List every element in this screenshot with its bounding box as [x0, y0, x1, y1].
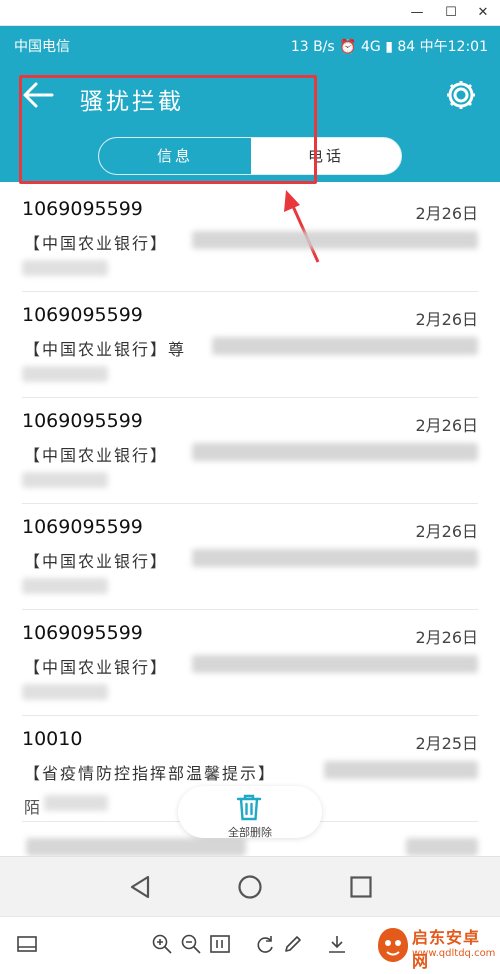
- nav-recents-icon[interactable]: [347, 873, 375, 901]
- fit-window-icon[interactable]: [16, 933, 38, 955]
- edit-pencil-icon[interactable]: [282, 933, 304, 955]
- redacted-text: [22, 260, 108, 276]
- message-date: 2月26日: [415, 522, 478, 541]
- watermark-url: www.qdltdq.com: [412, 948, 496, 959]
- delete-all-label: 全部删除: [228, 826, 272, 839]
- redacted-text: [22, 684, 108, 700]
- message-date: 2月26日: [415, 204, 478, 223]
- delete-all-button[interactable]: 全部删除: [178, 786, 322, 839]
- message-preview: 【中国农业银行】: [24, 446, 169, 465]
- message-date: 2月25日: [415, 734, 478, 753]
- message-preview: 【中国农业银行】: [24, 658, 169, 677]
- message-sender: 1069095599: [22, 198, 143, 220]
- redacted-text: [324, 761, 478, 779]
- site-watermark: 启东安卓网 www.qdltdq.com: [376, 922, 496, 971]
- message-preview: 【中国农业银行】: [24, 234, 169, 253]
- annotation-highlight-box: [19, 75, 317, 184]
- redacted-text: [192, 443, 478, 461]
- message-list: 1069095599 2月26日 【中国农业银行】 1069095599 2月2…: [0, 186, 500, 862]
- window-titlebar: — ☐ ✕: [0, 0, 500, 26]
- list-item[interactable]: 1069095599 2月26日 【中国农业银行】尊: [22, 292, 478, 398]
- minimize-button[interactable]: —: [402, 2, 432, 24]
- message-sender: 1069095599: [22, 622, 143, 644]
- settings-gear-icon[interactable]: [444, 78, 478, 112]
- redacted-text: [212, 337, 478, 355]
- redacted-text: [26, 838, 246, 856]
- list-item[interactable]: 1069095599 2月26日 【中国农业银行】: [22, 398, 478, 504]
- trash-icon: [236, 794, 262, 821]
- system-nav-bar: [0, 856, 500, 916]
- status-bar: 中国电信 13 B/s ⏰ 4G ▮ 84 中午12:01: [0, 26, 500, 64]
- list-item[interactable]: 1069095599 2月26日 【中国农业银行】: [22, 186, 478, 292]
- message-preview: 【省疫情防控指挥部温馨提示】: [24, 764, 277, 783]
- nav-home-icon[interactable]: [236, 873, 264, 901]
- message-sender: 10010: [22, 728, 83, 750]
- message-preview-line2: 陌: [24, 798, 41, 817]
- download-icon[interactable]: [326, 933, 348, 955]
- redacted-text: [192, 655, 478, 673]
- rotate-icon[interactable]: [254, 933, 276, 955]
- message-preview: 【中国农业银行】: [24, 552, 169, 571]
- message-preview: 【中国农业银行】尊: [24, 340, 187, 359]
- message-date: 2月26日: [415, 628, 478, 647]
- carrier-label: 中国电信: [14, 39, 70, 55]
- list-item[interactable]: 1069095599 2月26日 【中国农业银行】: [22, 610, 478, 716]
- message-sender: 1069095599: [22, 410, 143, 432]
- redacted-text: [44, 795, 108, 811]
- close-button[interactable]: ✕: [468, 2, 498, 24]
- status-right: 13 B/s ⏰ 4G ▮ 84 中午12:01: [290, 39, 488, 55]
- maximize-button[interactable]: ☐: [436, 2, 466, 24]
- message-sender: 1069095599: [22, 516, 143, 538]
- redacted-text: [22, 366, 108, 382]
- redacted-text: [192, 549, 478, 567]
- actual-size-icon[interactable]: [209, 933, 231, 955]
- redacted-text: [406, 838, 478, 856]
- redacted-text: [192, 231, 478, 249]
- redacted-text: [22, 472, 108, 488]
- nav-back-icon[interactable]: [126, 873, 154, 901]
- watermark-logo-icon: [378, 928, 408, 962]
- zoom-out-icon[interactable]: [180, 933, 202, 955]
- message-date: 2月26日: [415, 310, 478, 329]
- zoom-in-icon[interactable]: [151, 933, 173, 955]
- message-sender: 1069095599: [22, 304, 143, 326]
- redacted-text: [22, 578, 108, 594]
- list-item[interactable]: 1069095599 2月26日 【中国农业银行】: [22, 504, 478, 610]
- message-date: 2月26日: [415, 416, 478, 435]
